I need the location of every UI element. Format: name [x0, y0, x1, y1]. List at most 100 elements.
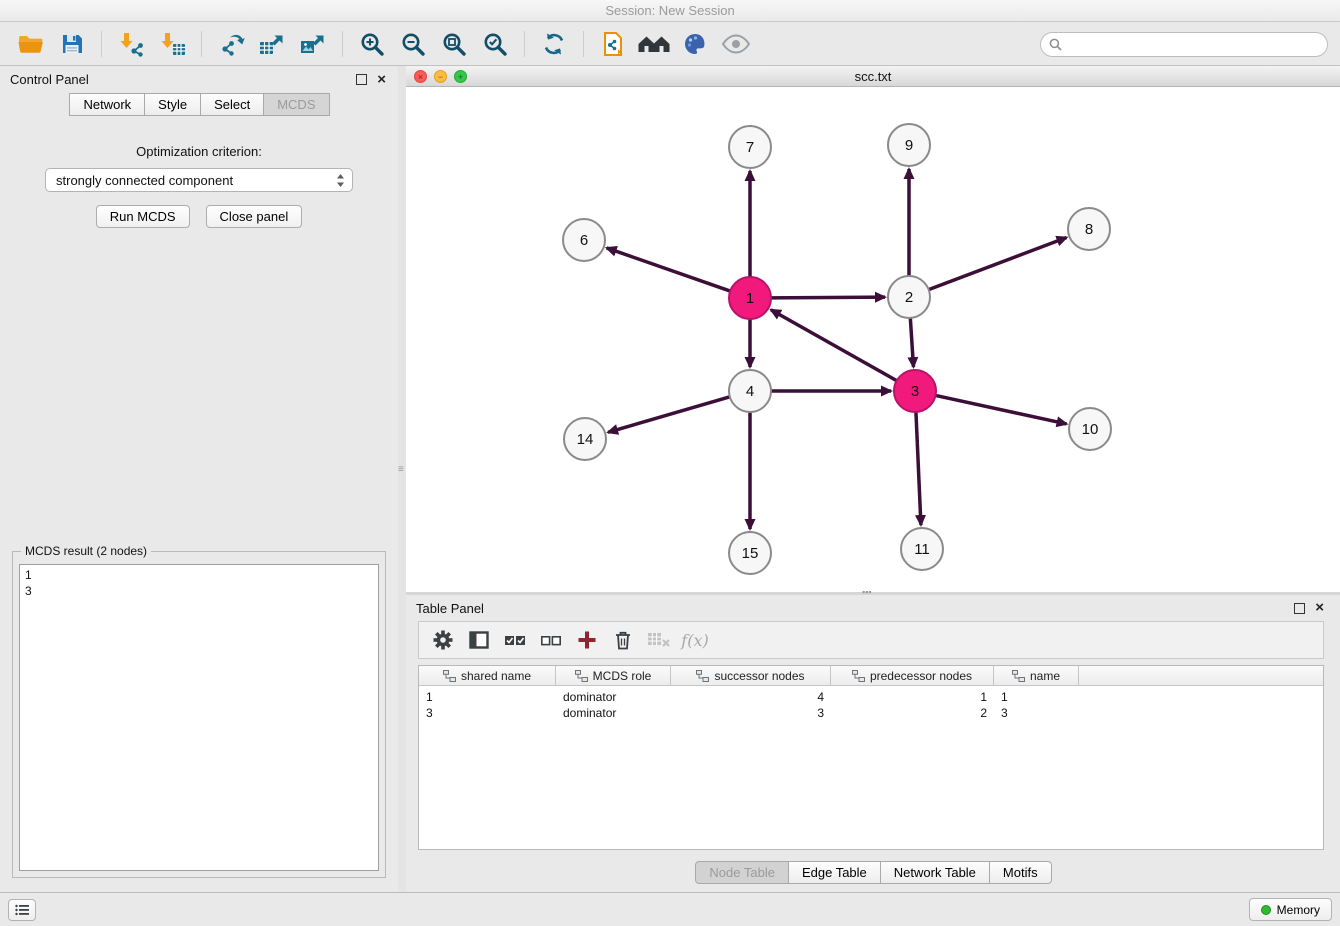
tab-select[interactable]: Select	[200, 93, 264, 116]
table-cell: 3	[671, 706, 831, 720]
close-panel-icon[interactable]: ×	[1315, 603, 1324, 613]
eye-icon	[721, 33, 751, 55]
save-session-button[interactable]	[53, 25, 91, 63]
export-network-button[interactable]	[212, 25, 250, 63]
table-row[interactable]: 3dominator323	[419, 705, 1323, 721]
node-3[interactable]: 3	[894, 370, 936, 412]
column-header-shared-name[interactable]: shared name	[419, 666, 556, 685]
refresh-view-button[interactable]	[535, 25, 573, 63]
column-header-mcds-role[interactable]: MCDS role	[556, 666, 671, 685]
column-header-predecessor-nodes[interactable]: predecessor nodes	[831, 666, 994, 685]
window-titlebar: Session: New Session	[0, 0, 1340, 22]
export-network-icon	[217, 31, 245, 57]
column-header-successor-nodes[interactable]: successor nodes	[671, 666, 831, 685]
export-table-button[interactable]	[253, 25, 291, 63]
node-6[interactable]: 6	[563, 219, 605, 261]
houses-icon	[637, 32, 671, 56]
table-row[interactable]: 1dominator411	[419, 689, 1323, 705]
select-all-columns-button[interactable]	[499, 625, 531, 655]
new-column-button[interactable]	[571, 625, 603, 655]
import-network-button[interactable]	[112, 25, 150, 63]
refresh-icon	[541, 31, 567, 57]
node-14[interactable]: 14	[564, 418, 606, 460]
main-toolbar	[0, 23, 1340, 66]
node-11[interactable]: 11	[901, 528, 943, 570]
export-image-button[interactable]	[294, 25, 332, 63]
node-1[interactable]: 1	[729, 277, 771, 319]
edge-1-6[interactable]	[607, 248, 731, 291]
zoom-fit-icon	[441, 31, 467, 57]
edge-2-3[interactable]	[910, 318, 913, 367]
maximize-window-icon[interactable]: +	[454, 70, 467, 83]
node-9[interactable]: 9	[888, 124, 930, 166]
tab-network[interactable]: Network	[69, 93, 145, 116]
tab-edge-table[interactable]: Edge Table	[788, 861, 881, 884]
open-session-button[interactable]	[12, 25, 50, 63]
float-panel-icon[interactable]	[356, 74, 367, 85]
tab-style[interactable]: Style	[144, 93, 201, 116]
node-2[interactable]: 2	[888, 276, 930, 318]
node-8[interactable]: 8	[1068, 208, 1110, 250]
column-panel-icon	[468, 629, 490, 651]
tab-node-table[interactable]: Node Table	[695, 861, 789, 884]
edge-3-1[interactable]	[771, 310, 897, 381]
edge-3-10[interactable]	[936, 395, 1067, 423]
first-neighbors-button[interactable]	[635, 25, 673, 63]
run-mcds-button[interactable]: Run MCDS	[96, 205, 190, 228]
delete-table-icon	[647, 630, 671, 650]
close-window-icon[interactable]: ×	[414, 70, 427, 83]
tab-network-table[interactable]: Network Table	[880, 861, 990, 884]
edge-1-2[interactable]	[771, 297, 885, 298]
table-panel: Table Panel × f(x) shared nameMCDS roles…	[406, 595, 1340, 892]
network-from-selection-button[interactable]	[594, 25, 632, 63]
zoom-selected-icon	[482, 31, 508, 57]
table-cell: 1	[994, 690, 1079, 704]
search-icon	[1049, 38, 1062, 51]
list-icon	[15, 904, 29, 916]
toolbar-separator	[201, 31, 202, 57]
fx-icon: f(x)	[681, 631, 708, 650]
node-15[interactable]: 15	[729, 532, 771, 574]
plus-icon	[576, 629, 598, 651]
close-mcds-panel-button[interactable]: Close panel	[206, 205, 303, 228]
delete-column-button[interactable]	[607, 625, 639, 655]
function-builder-button[interactable]: f(x)	[679, 625, 711, 655]
edge-2-8[interactable]	[929, 237, 1067, 289]
column-header-label: MCDS role	[593, 669, 652, 683]
zoom-in-button[interactable]	[353, 25, 391, 63]
close-panel-icon[interactable]: ×	[377, 75, 386, 85]
memory-button[interactable]: Memory	[1249, 898, 1332, 921]
delete-table-button[interactable]	[643, 625, 675, 655]
show-hide-button[interactable]	[717, 25, 755, 63]
zoom-selected-button[interactable]	[476, 25, 514, 63]
tab-mcds[interactable]: MCDS	[263, 93, 329, 116]
minimize-window-icon[interactable]: −	[434, 70, 447, 83]
column-type-icon	[575, 670, 588, 682]
node-4[interactable]: 4	[729, 370, 771, 412]
vertical-splitter[interactable]: ≡	[398, 66, 406, 892]
table-panel-tabs: Node TableEdge TableNetwork TableMotifs	[406, 861, 1340, 884]
table-mode-button[interactable]	[427, 625, 459, 655]
optimization-criterion-select[interactable]: strongly connected component	[45, 168, 353, 192]
node-7[interactable]: 7	[729, 126, 771, 168]
edge-4-14[interactable]	[608, 397, 730, 432]
node-10[interactable]: 10	[1069, 408, 1111, 450]
network-canvas[interactable]: 7 9 6 8 1 2 4 3 14 10 15 11	[406, 87, 1340, 592]
zoom-out-icon	[400, 31, 426, 57]
import-table-icon	[158, 31, 186, 57]
tab-motifs[interactable]: Motifs	[989, 861, 1052, 884]
unselect-all-columns-button[interactable]	[535, 625, 567, 655]
import-table-button[interactable]	[153, 25, 191, 63]
zoom-fit-button[interactable]	[435, 25, 473, 63]
style-palette-icon	[682, 31, 708, 57]
apply-style-button[interactable]	[676, 25, 714, 63]
column-header-name[interactable]: name	[994, 666, 1079, 685]
edge-3-11[interactable]	[916, 412, 921, 525]
zoom-out-button[interactable]	[394, 25, 432, 63]
show-column-button[interactable]	[463, 625, 495, 655]
table-cell: 4	[671, 690, 831, 704]
search-input[interactable]	[1040, 32, 1328, 57]
toolbar-separator	[524, 31, 525, 57]
float-panel-icon[interactable]	[1294, 603, 1305, 614]
status-menu-button[interactable]	[8, 899, 36, 921]
